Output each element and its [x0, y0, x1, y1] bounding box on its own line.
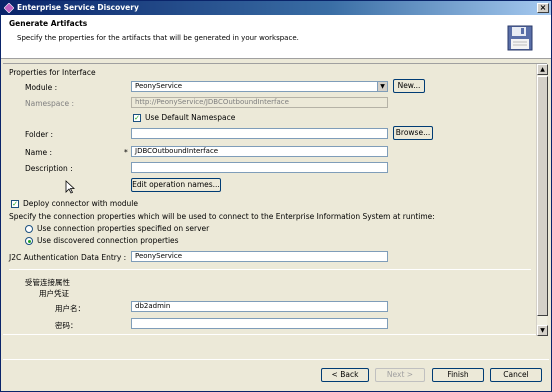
title-bar: Enterprise Service Discovery ×: [1, 1, 551, 15]
edit-operation-names-button[interactable]: Edit operation names...: [131, 178, 221, 192]
wizard-header: Generate Artifacts Specify the propertie…: [1, 15, 551, 59]
radio-discovered-properties-label: Use discovered connection properties: [37, 236, 179, 245]
name-input[interactable]: JDBCOutboundInterface: [131, 146, 388, 157]
scroll-down-icon[interactable]: ▼: [537, 325, 548, 336]
module-select[interactable]: PeonyService ▼: [131, 81, 388, 92]
chevron-down-icon[interactable]: ▼: [377, 82, 387, 91]
browse-button[interactable]: Browse...: [393, 126, 433, 140]
use-default-namespace-checkbox[interactable]: ✓: [133, 114, 141, 122]
connection-instructions: Specify the connection properties which …: [9, 212, 435, 221]
close-button[interactable]: ×: [537, 3, 549, 13]
enterprise-service-discovery-window: Enterprise Service Discovery × Generate …: [0, 0, 552, 392]
scroll-up-icon[interactable]: ▲: [537, 64, 548, 75]
divider: [9, 269, 531, 270]
username-label: 用户名：: [55, 304, 85, 313]
folder-label: Folder :: [25, 130, 54, 139]
password-input[interactable]: [131, 318, 388, 329]
vertical-scrollbar[interactable]: ▲ ▼: [536, 64, 548, 336]
section-title-managed-connection: 受管连接属性: [25, 278, 70, 287]
namespace-input[interactable]: http://PeonyService/JDBCOutboundInterfac…: [131, 97, 388, 108]
finish-button[interactable]: Finish: [432, 368, 484, 382]
properties-scroll-area[interactable]: Properties for Interface Module : PeonyS…: [3, 63, 548, 336]
footer-divider: [3, 359, 549, 360]
j2c-auth-input[interactable]: PeonyService: [131, 251, 388, 262]
module-label: Module :: [25, 83, 58, 92]
save-disk-icon: [507, 25, 533, 51]
page-title: Generate Artifacts: [9, 19, 88, 28]
j2c-auth-label: J2C Authentication Data Entry :: [9, 253, 127, 262]
next-button[interactable]: Next >: [375, 368, 425, 382]
radio-server-properties[interactable]: [25, 225, 33, 233]
radio-server-properties-label: Use connection properties specified on s…: [37, 224, 210, 233]
description-label: Description :: [25, 164, 73, 173]
deploy-connector-label: Deploy connector with module: [23, 199, 139, 208]
back-button[interactable]: < Back: [321, 368, 369, 382]
deploy-connector-checkbox[interactable]: ✓: [11, 200, 19, 208]
user-credentials-title: 用户凭证: [39, 289, 69, 298]
radio-discovered-properties[interactable]: [25, 237, 33, 245]
use-default-namespace-label: Use Default Namespace: [145, 113, 236, 122]
scroll-thumb[interactable]: [537, 76, 548, 316]
username-input[interactable]: db2admin: [131, 301, 388, 312]
name-label: Name :: [25, 148, 53, 157]
new-module-button[interactable]: New...: [393, 79, 425, 93]
mouse-pointer-icon: [65, 180, 75, 194]
module-value: PeonyService: [135, 82, 183, 90]
password-label: 密码：: [55, 321, 78, 330]
app-icon: [4, 3, 14, 13]
window-title: Enterprise Service Discovery: [17, 3, 139, 12]
folder-input[interactable]: [131, 128, 388, 139]
section-title-interface: Properties for Interface: [9, 68, 96, 77]
required-marker: *: [124, 148, 128, 157]
page-description: Specify the properties for the artifacts…: [17, 34, 299, 42]
namespace-label: Namespace :: [25, 99, 75, 108]
cancel-button[interactable]: Cancel: [490, 368, 542, 382]
description-input[interactable]: [131, 162, 388, 173]
